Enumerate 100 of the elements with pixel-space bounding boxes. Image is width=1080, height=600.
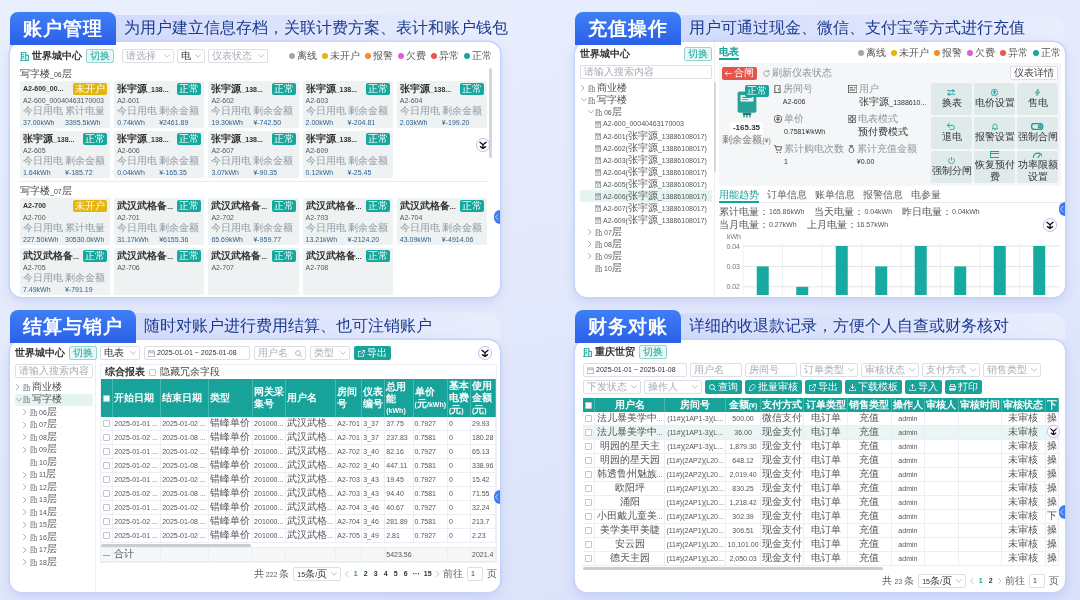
column-header: 审核人 (924, 398, 959, 412)
building-icon (30, 521, 37, 529)
table-cell: 错峰单价 (208, 417, 253, 431)
building-icon (23, 383, 30, 391)
checkbox[interactable] (585, 401, 593, 409)
chevron-left-icon (345, 571, 349, 577)
action-button[interactable]: 售电 (1017, 83, 1058, 115)
meter-icon (595, 156, 601, 164)
field-label: 今日用电 (399, 222, 441, 235)
checkbox[interactable] (585, 443, 593, 450)
scrollbar[interactable] (583, 567, 883, 570)
collapse-tab[interactable] (1059, 505, 1065, 519)
checkbox[interactable] (103, 532, 111, 539)
scrollbar[interactable] (714, 82, 716, 172)
previous-page-button[interactable] (970, 578, 974, 584)
scrollbar[interactable] (101, 543, 251, 547)
checkbox[interactable] (103, 476, 111, 483)
action-button[interactable]: 强制分闸 (931, 151, 972, 183)
status-badge: 正常 (271, 133, 296, 145)
action-button[interactable]: 恢复预付费 (974, 151, 1015, 183)
logo-icon[interactable] (1043, 218, 1057, 232)
building-icon (30, 483, 37, 491)
toggle-icon (1031, 123, 1044, 130)
tab[interactable]: 报警信息 (863, 189, 903, 203)
collapse-tab[interactable] (494, 490, 500, 504)
table-cell: 未审核 (1001, 537, 1046, 552)
field-label: 剩余金额 (65, 272, 105, 285)
tab[interactable]: 电参量 (911, 189, 941, 203)
stat-label: 当天电量： (814, 206, 865, 219)
checkbox[interactable] (585, 499, 593, 506)
detail-button[interactable]: 仪表详情 (1010, 66, 1058, 80)
checkbox[interactable] (585, 471, 593, 478)
search-icon (709, 383, 716, 391)
legend-label: 欠费 (406, 49, 426, 63)
building-icon (30, 533, 37, 541)
checkbox[interactable] (585, 527, 593, 534)
tree-item[interactable]: 写字楼 (15, 393, 93, 406)
checkbox[interactable] (103, 504, 111, 511)
id-card-icon (848, 85, 858, 93)
tree-item[interactable]: 写字楼 (580, 94, 712, 106)
bell-icon (991, 123, 998, 130)
info-label: 单价 (784, 113, 805, 126)
field-label: 今日用电 (23, 222, 64, 235)
select-field[interactable]: 电 (177, 49, 205, 63)
table-cell: 充值 (847, 551, 892, 566)
checkbox[interactable] (585, 415, 593, 422)
building-icon (30, 508, 37, 516)
checkbox[interactable] (103, 518, 111, 525)
action-button[interactable]: 退电 (931, 117, 972, 149)
collapse-tab[interactable] (494, 210, 500, 224)
field-label: 今日用电 (23, 272, 64, 285)
goto-label: 前往 (443, 567, 463, 581)
chart-bar (954, 266, 967, 295)
select-field[interactable]: 电表 (100, 346, 140, 360)
checkbox[interactable] (585, 555, 593, 562)
stat-label: 昨日电量： (902, 206, 953, 219)
tree-item[interactable]: 商业楼 (15, 381, 93, 394)
tree-item[interactable]: 商业楼 (580, 82, 712, 94)
action-button[interactable]: 换表 (931, 83, 972, 115)
next-page-button[interactable] (435, 571, 439, 577)
table-cell: 电订单 (803, 551, 848, 566)
next-page-button[interactable] (997, 578, 1001, 584)
action-button[interactable]: 功率限额设置 (1017, 151, 1058, 183)
building-icon (30, 433, 37, 441)
action-button[interactable]: 报警设置 (974, 117, 1015, 149)
checkbox[interactable] (585, 541, 593, 548)
site-name: 重庆世贸 (595, 345, 635, 359)
legend-label: 未开户 (899, 46, 929, 60)
action-button[interactable]: 强制合闸 (1017, 117, 1058, 149)
table-cell: 未审核 (1001, 495, 1046, 510)
site-name: 世界城中心 (580, 47, 630, 61)
checkbox[interactable] (585, 457, 593, 464)
tab[interactable]: 订单信息 (767, 189, 807, 203)
checkbox[interactable] (103, 394, 111, 402)
checkbox[interactable] (103, 420, 111, 427)
checkbox[interactable] (585, 429, 593, 436)
checkbox[interactable] (585, 485, 593, 492)
checkbox[interactable] (103, 462, 111, 469)
field-label: 今日用电 (305, 155, 347, 168)
table-cell: 错峰单价 (208, 500, 253, 515)
building-icon (30, 546, 37, 554)
previous-page-button[interactable] (345, 571, 349, 577)
collapse-tab[interactable] (1059, 202, 1065, 216)
logo-icon[interactable] (478, 346, 492, 360)
tab[interactable]: 账单信息 (815, 189, 855, 203)
table-cell: 充值 (847, 523, 892, 538)
upload-icon (909, 383, 916, 391)
legend-label: 欠费 (975, 46, 995, 60)
table-cell: 现金支付 (760, 467, 804, 482)
scrollbar[interactable] (489, 68, 492, 158)
checkbox[interactable] (585, 513, 593, 520)
swap-icon (947, 89, 956, 96)
section-description: 随时对账户进行费用结算、也可注销账户 (144, 316, 432, 336)
checkbox[interactable] (103, 448, 111, 455)
status-badge: 正常 (365, 200, 390, 212)
checkbox[interactable] (103, 490, 111, 497)
checkbox[interactable] (103, 434, 111, 441)
checkbox[interactable] (149, 368, 156, 376)
logo-icon[interactable] (476, 138, 490, 152)
action-button[interactable]: 电价设置 (974, 83, 1015, 115)
